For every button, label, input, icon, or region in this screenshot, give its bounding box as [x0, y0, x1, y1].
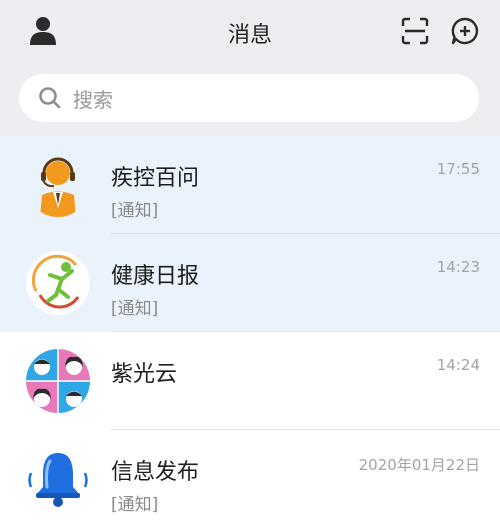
conversation-time: 17:55: [436, 160, 480, 178]
conversation-preview: [通知]: [111, 495, 159, 515]
group-avatar: [26, 349, 90, 413]
conversation-item[interactable]: 信息发布 [通知] 2020年01月22日: [0, 430, 500, 527]
search-icon: [37, 85, 63, 111]
top-bar: 消息: [0, 0, 500, 66]
health-daily-logo: [26, 251, 90, 315]
conversation-list: 疾控百问 [通知] 17:55 健康日报 [通知] 14:23 紫光云 14:2…: [0, 136, 500, 527]
conversation-name: 健康日报: [111, 264, 200, 289]
conversation-name: 紫光云: [111, 362, 178, 387]
conversation-time: 14:24: [436, 356, 480, 374]
conversation-time: 2020年01月22日: [358, 456, 480, 474]
bell-avatar: [26, 447, 90, 511]
conversation-item[interactable]: 健康日报 [通知] 14:23: [0, 234, 500, 332]
search-placeholder: 搜索: [73, 87, 113, 112]
conversation-item[interactable]: 紫光云 14:24: [0, 332, 500, 430]
scan-icon[interactable]: [398, 14, 432, 48]
conversation-name: 信息发布: [111, 460, 200, 485]
conversation-item[interactable]: 疾控百问 [通知] 17:55: [0, 136, 500, 234]
conversation-time: 14:23: [436, 258, 480, 276]
conversation-name: 疾控百问: [111, 166, 200, 191]
conversation-preview: [通知]: [111, 299, 159, 319]
conversation-preview: [通知]: [111, 201, 159, 221]
customer-service-avatar: [26, 153, 90, 217]
search-area: 搜索: [0, 66, 500, 136]
add-chat-icon[interactable]: [448, 14, 482, 48]
search-input[interactable]: 搜索: [19, 74, 479, 122]
